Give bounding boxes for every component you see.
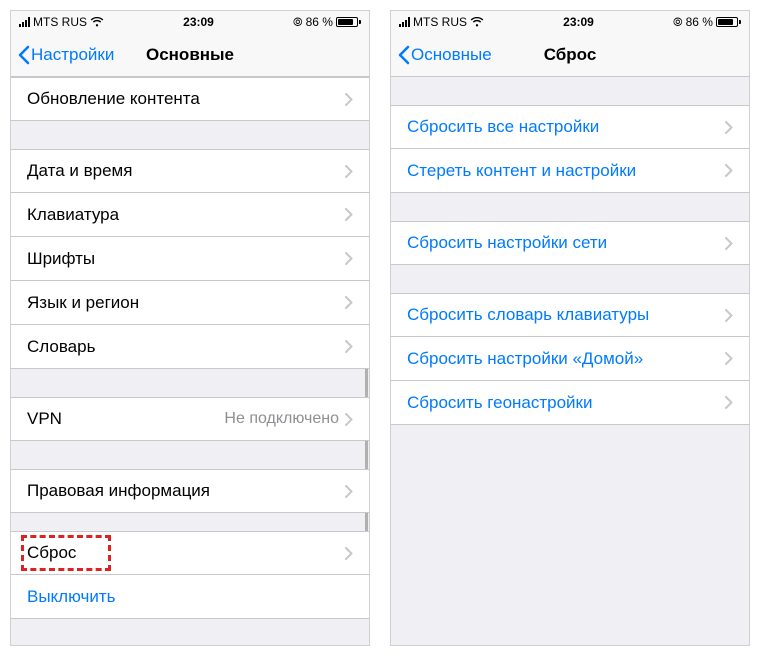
nav-bar: Основные Сброс [391, 33, 749, 77]
battery-icon [716, 17, 741, 27]
cell-label: Выключить [27, 587, 353, 607]
cell-шрифты[interactable]: Шрифты [11, 237, 369, 281]
cell-label: Язык и регион [27, 293, 345, 313]
cell-group: VPNНе подключено [11, 397, 369, 441]
status-time: 23:09 [183, 15, 214, 29]
cell-клавиатура[interactable]: Клавиатура [11, 193, 369, 237]
cell-group: Сбросить настройки сети [391, 221, 749, 265]
back-label: Настройки [31, 45, 114, 65]
signal-icon [399, 17, 410, 27]
cell-group: Сбросить все настройки Стереть контент и … [391, 105, 749, 193]
cell-правовая-информация[interactable]: Правовая информация [11, 469, 369, 513]
carrier-label: MTS RUS [33, 15, 87, 29]
cell-сбросить-все-настройки[interactable]: Сбросить все настройки [391, 105, 749, 149]
cell-сбросить-настройки-домой[interactable]: Сбросить настройки «Домой» [391, 337, 749, 381]
cell-label: Обновление контента [27, 89, 345, 109]
phone-right: MTS RUS 23:09 ⦾ 86 % Основные Сброс Сбро… [390, 10, 750, 646]
battery-fill [718, 19, 733, 25]
cell-detail: Не подключено [224, 410, 339, 428]
cell-стереть-контент-и-настройки[interactable]: Стереть контент и настройки [391, 149, 749, 193]
chevron-right-icon [345, 413, 353, 426]
chevron-right-icon [345, 485, 353, 498]
cell-group: Сброс Выключить [11, 531, 369, 619]
cell-сбросить-геонастройки[interactable]: Сбросить геонастройки [391, 381, 749, 425]
cell-label: Сброс [27, 543, 345, 563]
content-right[interactable]: Сбросить все настройки Стереть контент и … [391, 77, 749, 645]
cell-group: Правовая информация [11, 469, 369, 513]
battery-pct: 86 % [686, 15, 713, 29]
nav-bar: Настройки Основные [11, 33, 369, 77]
chevron-right-icon [725, 237, 733, 250]
cell-label: Клавиатура [27, 205, 345, 225]
battery-fill [338, 19, 353, 25]
cell-сбросить-словарь-клавиатуры[interactable]: Сбросить словарь клавиатуры [391, 293, 749, 337]
status-time: 23:09 [563, 15, 594, 29]
battery-icon [336, 17, 361, 27]
cell-label: Сбросить настройки сети [407, 233, 725, 253]
cell-сбросить-настройки-сети[interactable]: Сбросить настройки сети [391, 221, 749, 265]
chevron-right-icon [725, 352, 733, 365]
phone-left: MTS RUS 23:09 ⦾ 86 % Настройки Основные … [10, 10, 370, 646]
chevron-right-icon [725, 396, 733, 409]
cell-label: Сбросить все настройки [407, 117, 725, 137]
cell-vpn[interactable]: VPNНе подключено [11, 397, 369, 441]
cell-label: Дата и время [27, 161, 345, 181]
chevron-right-icon [345, 252, 353, 265]
cell-label: Шрифты [27, 249, 345, 269]
cell-словарь[interactable]: Словарь [11, 325, 369, 369]
chevron-right-icon [345, 165, 353, 178]
chevron-left-icon [397, 45, 411, 65]
status-bar: MTS RUS 23:09 ⦾ 86 % [391, 11, 749, 33]
wifi-icon [470, 17, 484, 27]
cell-label: Сбросить геонастройки [407, 393, 725, 413]
cell-group: Дата и время Клавиатура Шрифты Язык и регио… [11, 149, 369, 369]
cell-сброс[interactable]: Сброс [11, 531, 369, 575]
cell-group: Сбросить словарь клавиатуры Сбросить наст… [391, 293, 749, 425]
chevron-right-icon [345, 340, 353, 353]
cell-label: Сбросить настройки «Домой» [407, 349, 725, 369]
back-label: Основные [411, 45, 492, 65]
chevron-right-icon [345, 208, 353, 221]
signal-icon [19, 17, 30, 27]
status-bar: MTS RUS 23:09 ⦾ 86 % [11, 11, 369, 33]
chevron-right-icon [725, 121, 733, 134]
cell-обновление-контента[interactable]: Обновление контента [11, 77, 369, 121]
back-button[interactable]: Настройки [11, 45, 114, 65]
chevron-left-icon [17, 45, 31, 65]
battery-pct: 86 % [306, 15, 333, 29]
content-left[interactable]: Обновление контента Дата и время Клавиатур… [11, 77, 369, 645]
cell-label: Словарь [27, 337, 345, 357]
chevron-right-icon [725, 309, 733, 322]
cell-язык-и-регион[interactable]: Язык и регион [11, 281, 369, 325]
cell-выключить[interactable]: Выключить [11, 575, 369, 619]
alarm-icon: ⦾ [293, 15, 303, 30]
alarm-icon: ⦾ [673, 15, 683, 30]
chevron-right-icon [345, 93, 353, 106]
chevron-right-icon [725, 164, 733, 177]
cell-дата-и-время[interactable]: Дата и время [11, 149, 369, 193]
cell-label: Правовая информация [27, 481, 345, 501]
wifi-icon [90, 17, 104, 27]
carrier-label: MTS RUS [413, 15, 467, 29]
cell-label: Сбросить словарь клавиатуры [407, 305, 725, 325]
cell-label: Стереть контент и настройки [407, 161, 725, 181]
back-button[interactable]: Основные [391, 45, 492, 65]
cell-label: VPN [27, 409, 224, 429]
chevron-right-icon [345, 296, 353, 309]
cell-group: Обновление контента [11, 77, 369, 121]
chevron-right-icon [345, 547, 353, 560]
